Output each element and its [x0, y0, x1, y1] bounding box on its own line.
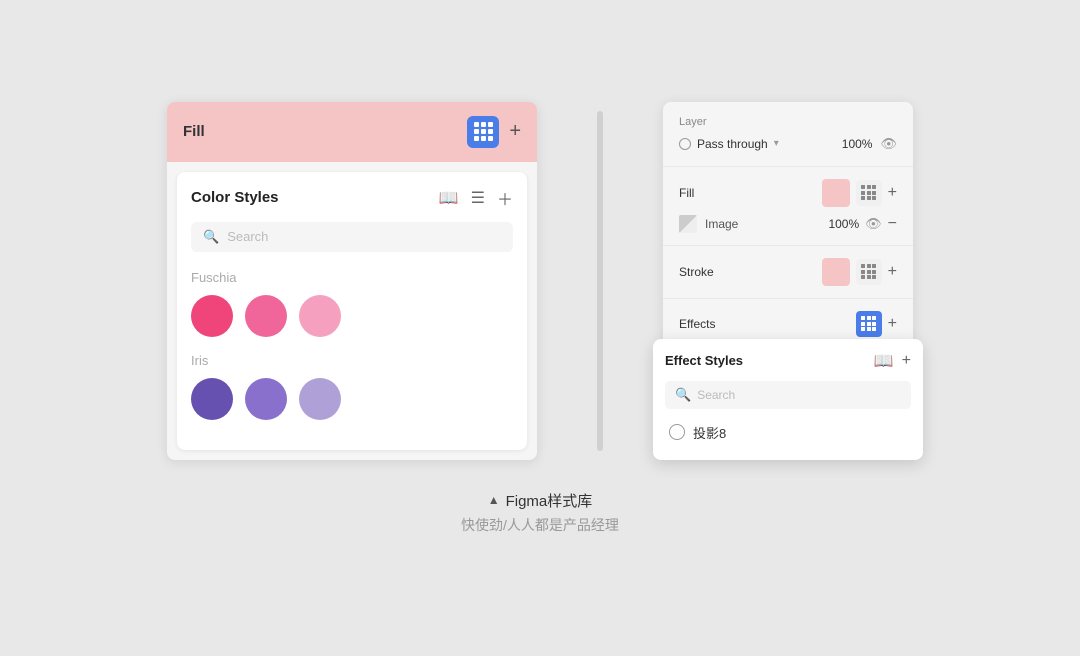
iris-label: Iris: [191, 353, 513, 368]
add-stroke-button[interactable]: +: [888, 263, 897, 281]
effect-name: 投影8: [693, 423, 726, 442]
image-left: Image: [679, 215, 738, 233]
image-right: 100% 👁 −: [828, 215, 897, 233]
effects-controls: +: [856, 311, 897, 337]
fuschia-label: Fuschia: [191, 270, 513, 285]
left-panel: Fill + Color Styles 📖 ☰ ＋: [167, 102, 537, 460]
grid-view-button[interactable]: [467, 116, 499, 148]
fill-controls: +: [822, 179, 897, 207]
add-effect-button[interactable]: +: [888, 315, 897, 333]
fill-header-right: +: [467, 116, 521, 148]
effect-circle-icon: [669, 424, 685, 440]
fuschia-swatches: [191, 295, 513, 337]
fill-row-header: Fill +: [679, 179, 897, 207]
effect-search-placeholder: Search: [697, 388, 735, 402]
image-row: Image 100% 👁 −: [679, 215, 897, 233]
iris-group: Iris: [191, 353, 513, 420]
layer-left: Pass through ▾: [679, 137, 779, 151]
search-icon: 🔍: [203, 229, 219, 245]
chevron-down-icon: ▾: [774, 138, 779, 149]
fuschia-group: Fuschia: [191, 270, 513, 337]
fill-color-indicator: [822, 179, 850, 207]
fill-grid-button[interactable]: [856, 180, 882, 206]
effect-book-icon[interactable]: 📖: [874, 351, 894, 371]
search-bar[interactable]: 🔍 Search: [191, 222, 513, 252]
color-styles-header: Color Styles 📖 ☰ ＋: [191, 186, 513, 210]
fill-section-label: Fill: [679, 186, 694, 200]
stroke-color-indicator: [822, 258, 850, 286]
stroke-grid-dots-icon: [861, 264, 876, 279]
grid-dots-icon: [474, 122, 493, 141]
add-fill-button[interactable]: +: [509, 120, 521, 143]
effect-styles-icons: 📖 +: [874, 351, 911, 371]
layer-right: 100% 👁: [842, 136, 897, 152]
remove-fill-button[interactable]: −: [888, 215, 897, 233]
effects-label: Effects: [679, 317, 715, 331]
color-styles-panel: Color Styles 📖 ☰ ＋ 🔍 Search Fuschia: [177, 172, 527, 450]
swatch-iris-3[interactable]: [299, 378, 341, 420]
triangle-icon: ▲: [488, 493, 500, 507]
image-thumbnail: [679, 215, 697, 233]
effects-section: Effects + Effect Styles: [663, 299, 913, 349]
stroke-section: Stroke +: [663, 246, 913, 299]
swatch-iris-2[interactable]: [245, 378, 287, 420]
add-fill-row-button[interactable]: +: [888, 184, 897, 202]
swatch-iris-1[interactable]: [191, 378, 233, 420]
color-styles-title: Color Styles: [191, 189, 279, 206]
caption-subtitle: 快使劲/人人都是产品经理: [461, 515, 619, 535]
effects-grid-dots-icon: [861, 316, 876, 331]
color-styles-icons: 📖 ☰ ＋: [439, 186, 513, 210]
list-icon[interactable]: ☰: [471, 188, 485, 208]
layer-opacity[interactable]: 100%: [842, 137, 873, 151]
blend-mode-icon: [679, 138, 691, 150]
fill-header: Fill +: [167, 102, 537, 162]
image-eye-icon[interactable]: 👁: [865, 216, 882, 232]
caption-row: ▲ Figma样式库: [461, 490, 619, 511]
effect-search[interactable]: 🔍 Search: [665, 381, 911, 409]
eye-icon[interactable]: 👁: [880, 136, 897, 152]
panel-divider: [597, 111, 603, 451]
layer-section-label: Layer: [679, 116, 897, 128]
effects-row: Effects +: [679, 311, 897, 337]
effect-item[interactable]: 投影8: [665, 417, 911, 448]
fill-title: Fill: [183, 123, 205, 140]
caption-title: Figma样式库: [506, 490, 593, 511]
effect-styles-header: Effect Styles 📖 +: [665, 351, 911, 371]
layer-section: Layer Pass through ▾ 100% 👁: [663, 102, 913, 167]
layer-row: Pass through ▾ 100% 👁: [679, 136, 897, 152]
caption-area: ▲ Figma样式库 快使劲/人人都是产品经理: [461, 490, 619, 535]
stroke-controls: +: [822, 258, 897, 286]
swatch-fuschia-1[interactable]: [191, 295, 233, 337]
right-panel: Layer Pass through ▾ 100% 👁 Fill: [663, 102, 913, 349]
fill-section: Fill + Image: [663, 167, 913, 246]
passthrough-text[interactable]: Pass through: [697, 137, 768, 151]
image-opacity[interactable]: 100%: [828, 217, 859, 231]
stroke-grid-button[interactable]: [856, 259, 882, 285]
stroke-label: Stroke: [679, 265, 714, 279]
image-label: Image: [705, 217, 738, 231]
swatch-fuschia-3[interactable]: [299, 295, 341, 337]
book-icon[interactable]: 📖: [439, 188, 459, 208]
effect-search-icon: 🔍: [675, 387, 691, 403]
swatch-fuschia-2[interactable]: [245, 295, 287, 337]
effects-grid-button[interactable]: [856, 311, 882, 337]
effect-styles-title: Effect Styles: [665, 353, 743, 368]
add-style-button[interactable]: ＋: [497, 186, 513, 210]
add-effect-style-button[interactable]: +: [902, 352, 911, 370]
fill-grid-dots-icon: [861, 185, 876, 200]
stroke-row: Stroke +: [679, 258, 897, 286]
iris-swatches: [191, 378, 513, 420]
search-placeholder: Search: [227, 229, 268, 244]
effect-styles-dropdown: Effect Styles 📖 + 🔍 Search 投影8: [653, 339, 923, 460]
